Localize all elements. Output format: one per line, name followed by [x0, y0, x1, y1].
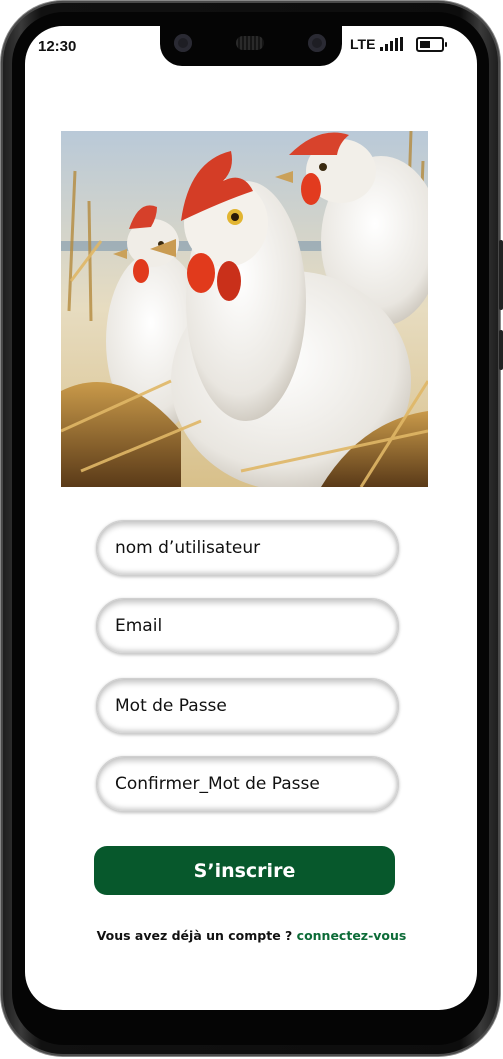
confirm-password-input[interactable] — [97, 757, 398, 811]
front-camera-icon — [174, 34, 192, 52]
camera-notch — [160, 26, 342, 66]
signup-button[interactable]: S’inscrire — [94, 846, 395, 895]
password-input[interactable] — [97, 679, 398, 733]
username-field[interactable] — [96, 520, 399, 576]
hens-illustration — [61, 131, 428, 487]
email-input[interactable] — [97, 599, 398, 653]
status-time: 12:30 — [38, 38, 77, 55]
status-indicators: LTE — [350, 36, 448, 52]
hero-image — [61, 131, 428, 487]
battery-icon — [416, 36, 448, 52]
login-prompt: Vous avez déjà un compte ? connectez-vou… — [0, 928, 503, 943]
volume-button — [499, 240, 503, 310]
email-field[interactable] — [96, 598, 399, 654]
network-label: LTE — [350, 36, 376, 52]
login-prompt-text: Vous avez déjà un compte ? — [96, 928, 293, 943]
earpiece-speaker — [236, 36, 264, 50]
sensor-icon — [308, 34, 326, 52]
confirm-password-field[interactable] — [96, 756, 399, 812]
username-input[interactable] — [97, 521, 398, 575]
login-link[interactable]: connectez-vous — [297, 928, 407, 943]
power-button — [499, 330, 503, 370]
signal-icon — [380, 37, 404, 51]
password-field[interactable] — [96, 678, 399, 734]
